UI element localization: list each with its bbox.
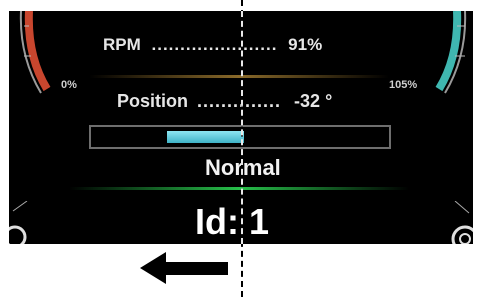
position-row: Position .............. -32 °	[117, 91, 332, 112]
right-scale-label: 105%	[389, 79, 418, 91]
position-bar-fill	[167, 131, 244, 143]
corner-ring-icon	[9, 201, 28, 244]
rpm-dots: ......................	[151, 35, 278, 54]
position-value: -32 °	[294, 91, 333, 111]
position-label: Position	[117, 91, 188, 111]
rpm-label: RPM	[103, 35, 141, 54]
green-glow-line	[69, 187, 409, 190]
center-marker-line-inner	[241, 11, 243, 244]
left-scale-label: 0%	[61, 79, 77, 91]
left-gauge-arc-icon	[19, 11, 51, 94]
position-bar	[89, 125, 391, 149]
rpm-value: 91%	[288, 35, 323, 54]
settings-ring-icon	[451, 201, 473, 244]
left-arrow-icon	[140, 252, 228, 284]
id-text: Id: 1	[195, 201, 270, 242]
right-gauge-arc-icon	[435, 11, 467, 94]
rpm-row: RPM ...................... 91%	[103, 35, 322, 55]
amber-glow-line	[89, 75, 389, 78]
position-dots: ..............	[197, 91, 282, 111]
